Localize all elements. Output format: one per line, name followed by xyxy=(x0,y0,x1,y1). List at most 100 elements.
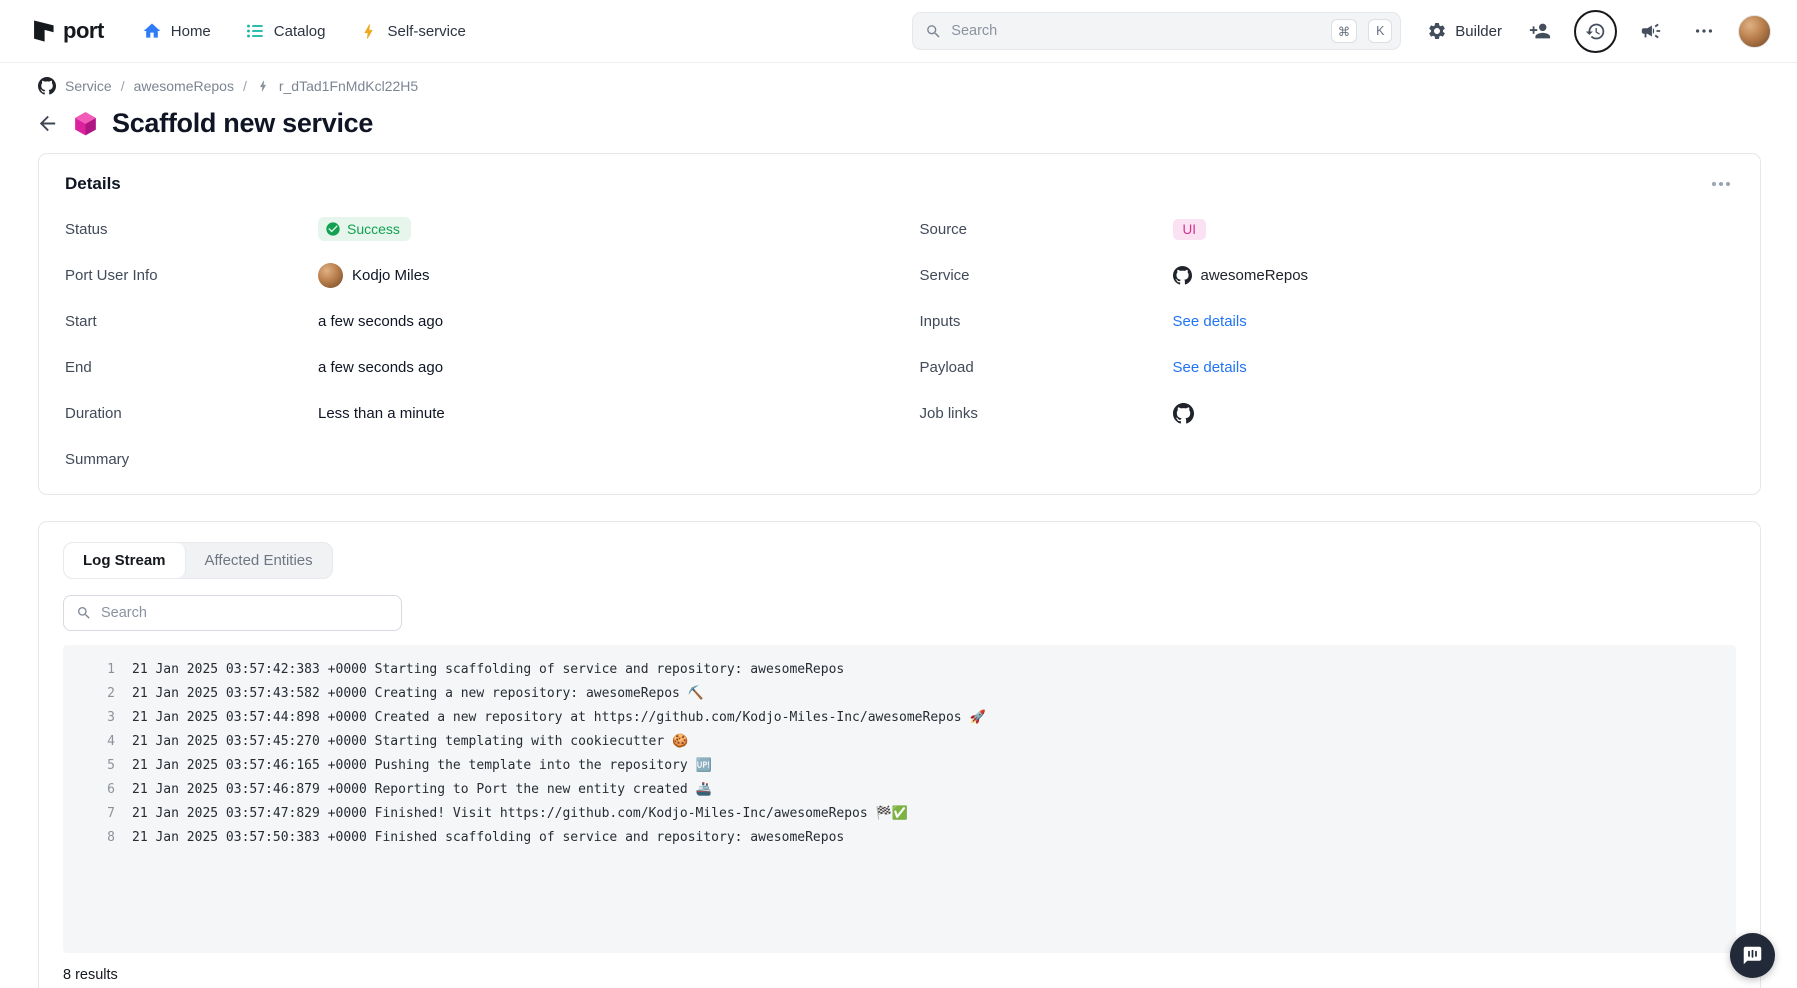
port-logo-icon xyxy=(30,18,56,44)
log-line: 5 21 Jan 2025 03:57:46:165 +0000 Pushing… xyxy=(81,754,1718,778)
detail-label: Duration xyxy=(65,405,318,422)
github-icon xyxy=(1173,266,1192,285)
scaffold-cube-icon xyxy=(72,110,99,137)
detail-row-start: Start a few seconds ago xyxy=(65,298,880,344)
results-count: 8 results xyxy=(63,967,1736,983)
builder-button[interactable]: Builder xyxy=(1427,21,1502,41)
nav-home-label: Home xyxy=(171,23,211,40)
line-text: 21 Jan 2025 03:57:50:383 +0000 Finished … xyxy=(132,826,844,850)
service-name[interactable]: awesomeRepos xyxy=(1201,267,1309,284)
detail-label: Source xyxy=(920,221,1173,238)
runs-history-button[interactable] xyxy=(1574,10,1617,53)
back-button[interactable] xyxy=(36,112,59,135)
line-number: 3 xyxy=(81,706,115,730)
announcements-button[interactable] xyxy=(1632,12,1670,50)
line-number: 1 xyxy=(81,658,115,682)
breadcrumb-service[interactable]: Service xyxy=(65,78,112,94)
lightning-icon xyxy=(359,22,378,41)
chat-widget-button[interactable] xyxy=(1730,933,1775,978)
start-value: a few seconds ago xyxy=(318,313,880,330)
builder-label: Builder xyxy=(1455,23,1502,40)
user-info-avatar xyxy=(318,263,343,288)
log-line: 4 21 Jan 2025 03:57:45:270 +0000 Startin… xyxy=(81,730,1718,754)
user-avatar[interactable] xyxy=(1738,15,1771,48)
megaphone-icon xyxy=(1640,20,1662,42)
log-line: 8 21 Jan 2025 03:57:50:383 +0000 Finishe… xyxy=(81,826,1718,850)
line-text: 21 Jan 2025 03:57:45:270 +0000 Starting … xyxy=(132,730,688,754)
detail-row-summary: Summary xyxy=(65,436,880,482)
port-logo[interactable]: port xyxy=(30,18,104,44)
details-right-column: Source UI Service awesomeRepos Inputs Se… xyxy=(920,206,1735,482)
detail-label: Summary xyxy=(65,451,318,468)
nav-catalog[interactable]: Catalog xyxy=(245,21,326,41)
more-options-button[interactable] xyxy=(1685,12,1723,50)
log-line: 3 21 Jan 2025 03:57:44:898 +0000 Created… xyxy=(81,706,1718,730)
details-card: Details Status Success Port User Info xyxy=(38,153,1761,495)
main-nav: Home Catalog Self-service xyxy=(142,21,466,41)
run-lightning-icon xyxy=(256,79,270,93)
nav-home[interactable]: Home xyxy=(142,21,211,41)
breadcrumb-separator: / xyxy=(243,78,247,94)
nav-self-service[interactable]: Self-service xyxy=(359,22,465,41)
k-keycap: K xyxy=(1368,19,1392,43)
inputs-see-details-link[interactable]: See details xyxy=(1173,313,1247,330)
detail-label: Inputs xyxy=(920,313,1173,330)
page-title: Scaffold new service xyxy=(112,108,373,139)
detail-label: Service xyxy=(920,267,1173,284)
detail-label: Job links xyxy=(920,405,1173,422)
tab-log-stream[interactable]: Log Stream xyxy=(64,543,186,578)
breadcrumb-separator: / xyxy=(121,78,125,94)
line-text: 21 Jan 2025 03:57:46:879 +0000 Reporting… xyxy=(132,778,712,802)
chat-icon xyxy=(1742,945,1763,966)
person-add-icon xyxy=(1529,20,1551,42)
nav-self-service-label: Self-service xyxy=(387,23,465,40)
tab-affected-entities[interactable]: Affected Entities xyxy=(186,543,332,578)
log-line: 1 21 Jan 2025 03:57:42:383 +0000 Startin… xyxy=(81,658,1718,682)
line-text: 21 Jan 2025 03:57:44:898 +0000 Created a… xyxy=(132,706,986,730)
log-stream[interactable]: 1 21 Jan 2025 03:57:42:383 +0000 Startin… xyxy=(63,645,1736,953)
breadcrumb-run-id: r_dTad1FnMdKcl22H5 xyxy=(279,78,418,94)
search-icon xyxy=(925,23,942,40)
detail-row-status: Status Success xyxy=(65,206,880,252)
line-text: 21 Jan 2025 03:57:47:829 +0000 Finished!… xyxy=(132,802,908,826)
log-search[interactable] xyxy=(63,595,402,631)
topbar-actions: Builder xyxy=(1427,10,1771,53)
line-number: 8 xyxy=(81,826,115,850)
log-line: 6 21 Jan 2025 03:57:46:879 +0000 Reporti… xyxy=(81,778,1718,802)
end-value: a few seconds ago xyxy=(318,359,880,376)
details-menu-button[interactable] xyxy=(1708,178,1734,190)
log-search-input[interactable] xyxy=(101,605,389,621)
page-header: Scaffold new service xyxy=(0,95,1797,141)
ellipsis-icon xyxy=(1693,20,1715,42)
line-number: 6 xyxy=(81,778,115,802)
detail-row-payload: Payload See details xyxy=(920,344,1735,390)
log-card: Log Stream Affected Entities 1 21 Jan 20… xyxy=(38,521,1761,988)
breadcrumb-repo[interactable]: awesomeRepos xyxy=(134,78,234,94)
gear-icon xyxy=(1427,21,1447,41)
user-info-name: Kodjo Miles xyxy=(352,267,430,284)
details-heading: Details xyxy=(65,174,121,194)
job-link-github-icon[interactable] xyxy=(1173,403,1194,424)
log-line: 7 21 Jan 2025 03:57:47:829 +0000 Finishe… xyxy=(81,802,1718,826)
source-badge: UI xyxy=(1173,219,1207,240)
nav-catalog-label: Catalog xyxy=(274,23,326,40)
detail-row-inputs: Inputs See details xyxy=(920,298,1735,344)
status-badge: Success xyxy=(318,217,411,241)
detail-row-end: End a few seconds ago xyxy=(65,344,880,390)
detail-label: Status xyxy=(65,221,318,238)
detail-row-source: Source UI xyxy=(920,206,1735,252)
invite-user-button[interactable] xyxy=(1521,12,1559,50)
detail-label: Port User Info xyxy=(65,267,318,284)
log-line: 2 21 Jan 2025 03:57:43:582 +0000 Creatin… xyxy=(81,682,1718,706)
global-search[interactable]: ⌘ K xyxy=(912,12,1401,50)
search-input[interactable] xyxy=(951,23,1320,39)
detail-label: Start xyxy=(65,313,318,330)
detail-row-job-links: Job links xyxy=(920,390,1735,436)
line-text: 21 Jan 2025 03:57:42:383 +0000 Starting … xyxy=(132,658,844,682)
search-icon xyxy=(76,605,92,621)
topbar: port Home Catalog Self-service ⌘ K xyxy=(0,0,1797,63)
line-text: 21 Jan 2025 03:57:46:165 +0000 Pushing t… xyxy=(132,754,712,778)
detail-row-user: Port User Info Kodjo Miles xyxy=(65,252,880,298)
line-number: 2 xyxy=(81,682,115,706)
payload-see-details-link[interactable]: See details xyxy=(1173,359,1247,376)
